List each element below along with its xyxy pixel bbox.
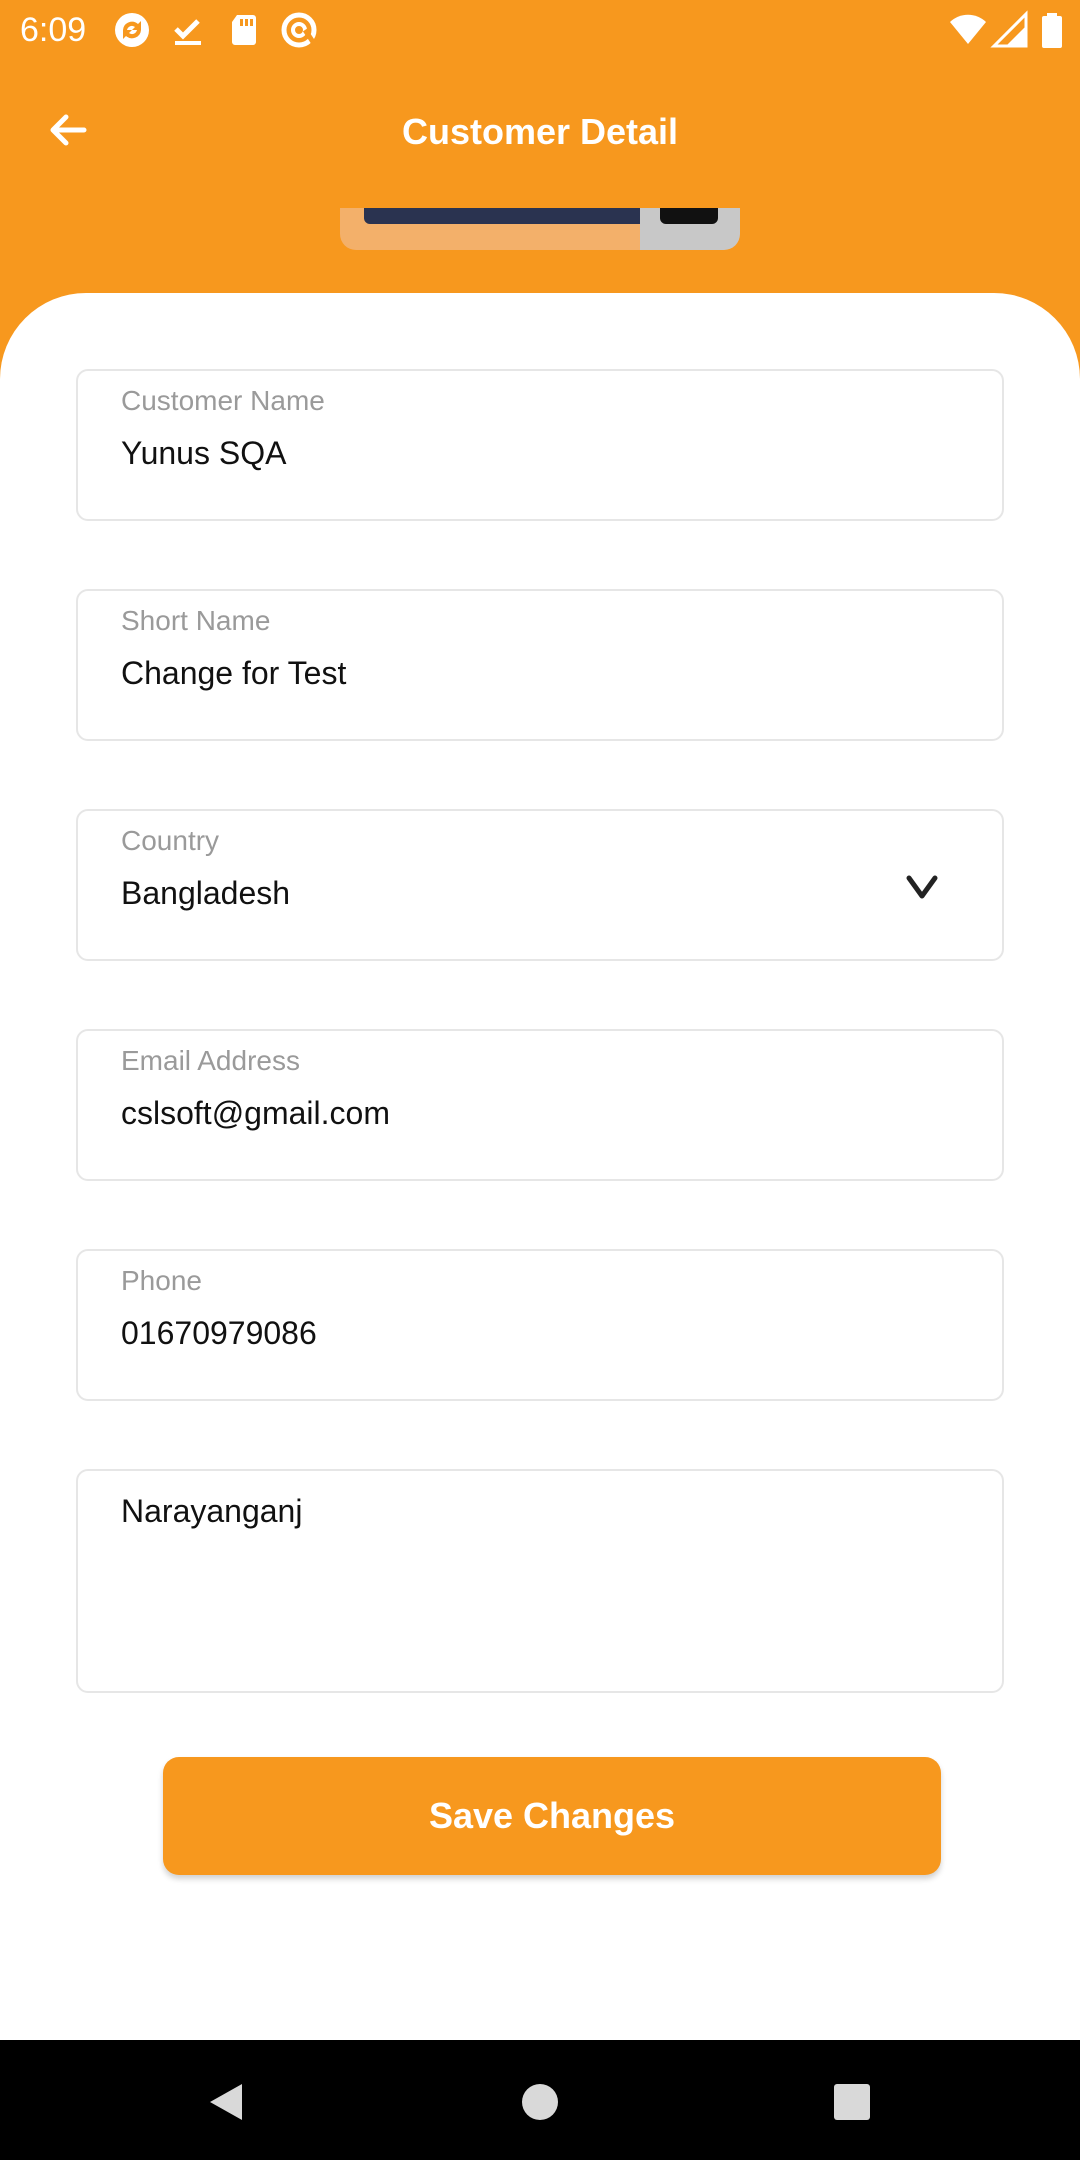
- status-bar: 6:09: [0, 0, 1080, 60]
- wifi-icon: [948, 10, 988, 50]
- back-triangle-icon[interactable]: [204, 2080, 248, 2124]
- email-field[interactable]: Email Address cslsoft@gmail.com: [76, 1029, 1004, 1181]
- page-title: Customer Detail: [401, 111, 679, 152]
- sync-icon: [112, 10, 152, 50]
- customer-name-value: Yunus SQA: [121, 435, 287, 471]
- customer-detail-screen: 6:09 Customer Detail Customer Name Yunus…: [0, 0, 1080, 2160]
- recents-square-icon[interactable]: [830, 2080, 874, 2124]
- app-bar: Customer Detail: [0, 80, 1080, 190]
- address-value: Narayanganj: [121, 1493, 303, 1529]
- customer-photo: [364, 208, 664, 224]
- customer-name-field[interactable]: Customer Name Yunus SQA: [76, 369, 1004, 521]
- email-value: cslsoft@gmail.com: [121, 1095, 390, 1131]
- phone-field[interactable]: Phone 01670979086: [76, 1249, 1004, 1401]
- download-done-icon: [168, 10, 208, 50]
- camera-icon: [660, 208, 718, 224]
- address-field[interactable]: Narayanganj: [76, 1469, 1004, 1693]
- customer-name-label: Customer Name: [121, 385, 325, 416]
- sd-card-icon: [224, 10, 264, 50]
- short-name-field[interactable]: Short Name Change for Test: [76, 589, 1004, 741]
- home-circle-icon[interactable]: [518, 2080, 562, 2124]
- at-sign-icon: [279, 10, 319, 50]
- short-name-label: Short Name: [121, 605, 271, 636]
- email-label: Email Address: [121, 1045, 300, 1076]
- chevron-down-icon: [902, 867, 942, 907]
- country-dropdown[interactable]: Country Bangladesh: [76, 809, 1004, 961]
- change-photo-button[interactable]: [640, 208, 740, 250]
- country-label: Country: [121, 825, 220, 856]
- short-name-value: Change for Test: [121, 655, 347, 691]
- avatar: [340, 208, 740, 250]
- phone-label: Phone: [121, 1265, 202, 1296]
- country-value: Bangladesh: [121, 875, 291, 911]
- battery-icon: [1032, 10, 1072, 50]
- save-changes-button[interactable]: Save Changes: [163, 1757, 941, 1875]
- signal-icon: [990, 10, 1030, 50]
- status-time: 6:09: [20, 11, 87, 49]
- system-nav-bar: [0, 2040, 1080, 2160]
- phone-value: 01670979086: [121, 1315, 317, 1351]
